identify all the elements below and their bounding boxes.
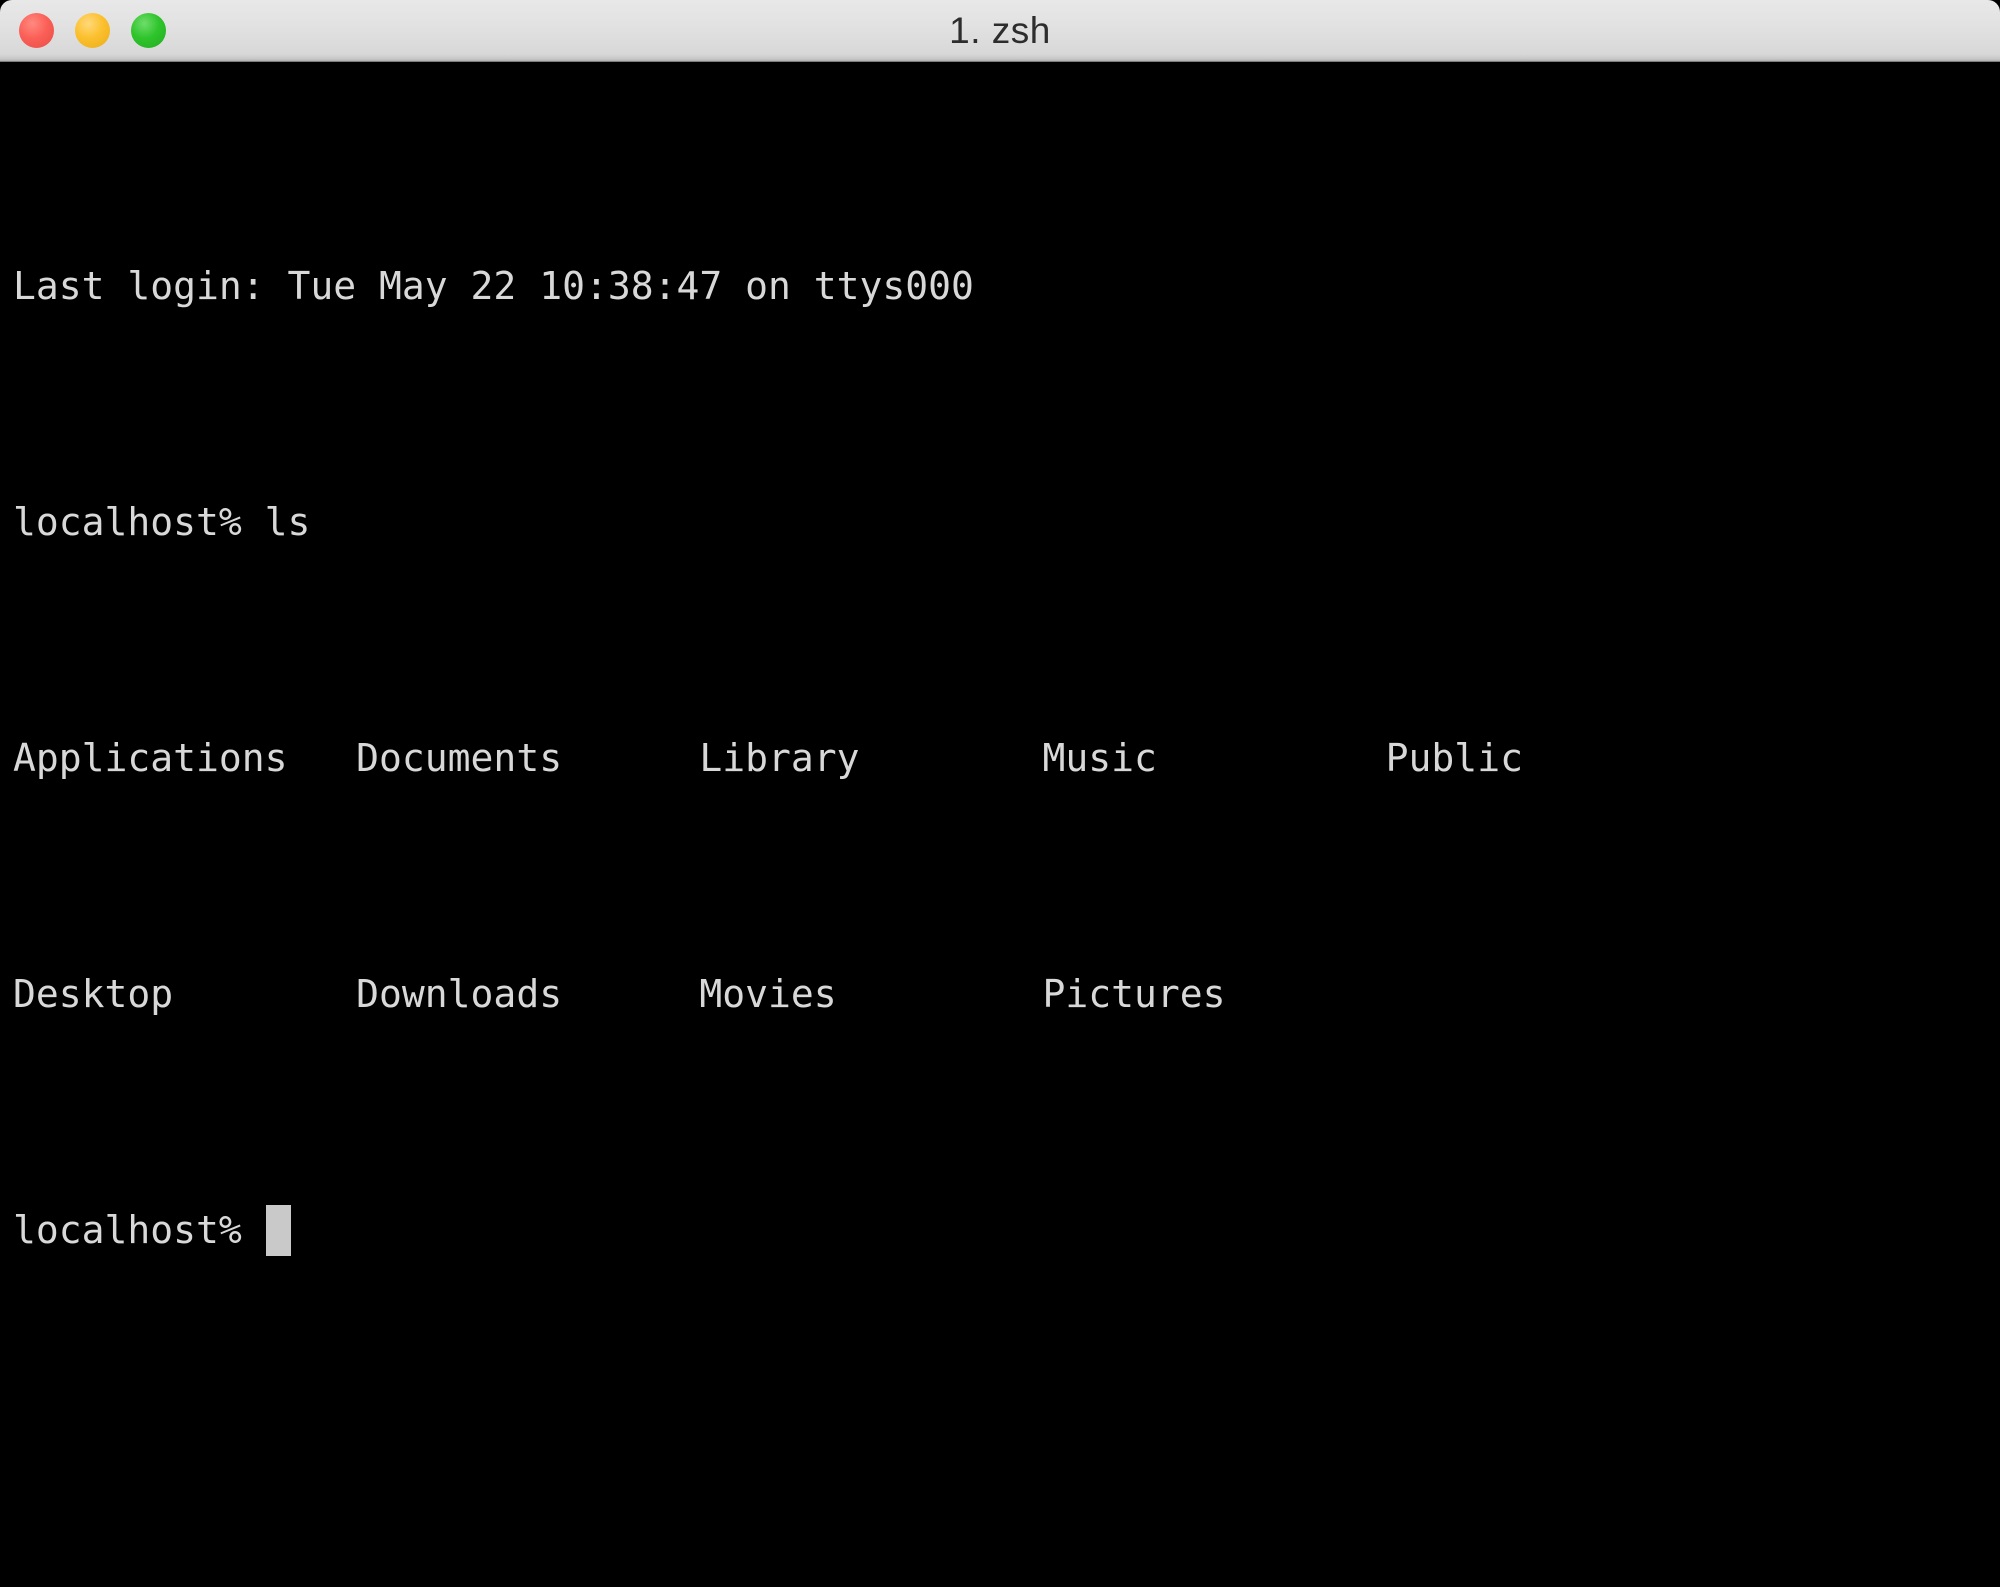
last-login-line: Last login: Tue May 22 10:38:47 on ttys0… <box>13 264 974 308</box>
shell-prompt: localhost% <box>13 1208 242 1252</box>
window-title: 1. zsh <box>949 10 1051 51</box>
active-prompt-line[interactable]: localhost% <box>13 1201 2000 1260</box>
terminal-window: 1. zsh Last login: Tue May 22 10:38:47 o… <box>0 0 2000 1587</box>
terminal-output-area[interactable]: Last login: Tue May 22 10:38:47 on ttys0… <box>0 62 2000 1587</box>
command-line-ls: localhost% ls <box>13 500 311 544</box>
ls-output-row-2: Desktop Downloads Movies Pictures <box>13 972 1226 1016</box>
text-cursor <box>265 1205 291 1256</box>
title-bar[interactable]: 1. zsh <box>0 0 2000 62</box>
ls-output-row-1: Applications Documents Library Music Pub… <box>13 736 1523 780</box>
